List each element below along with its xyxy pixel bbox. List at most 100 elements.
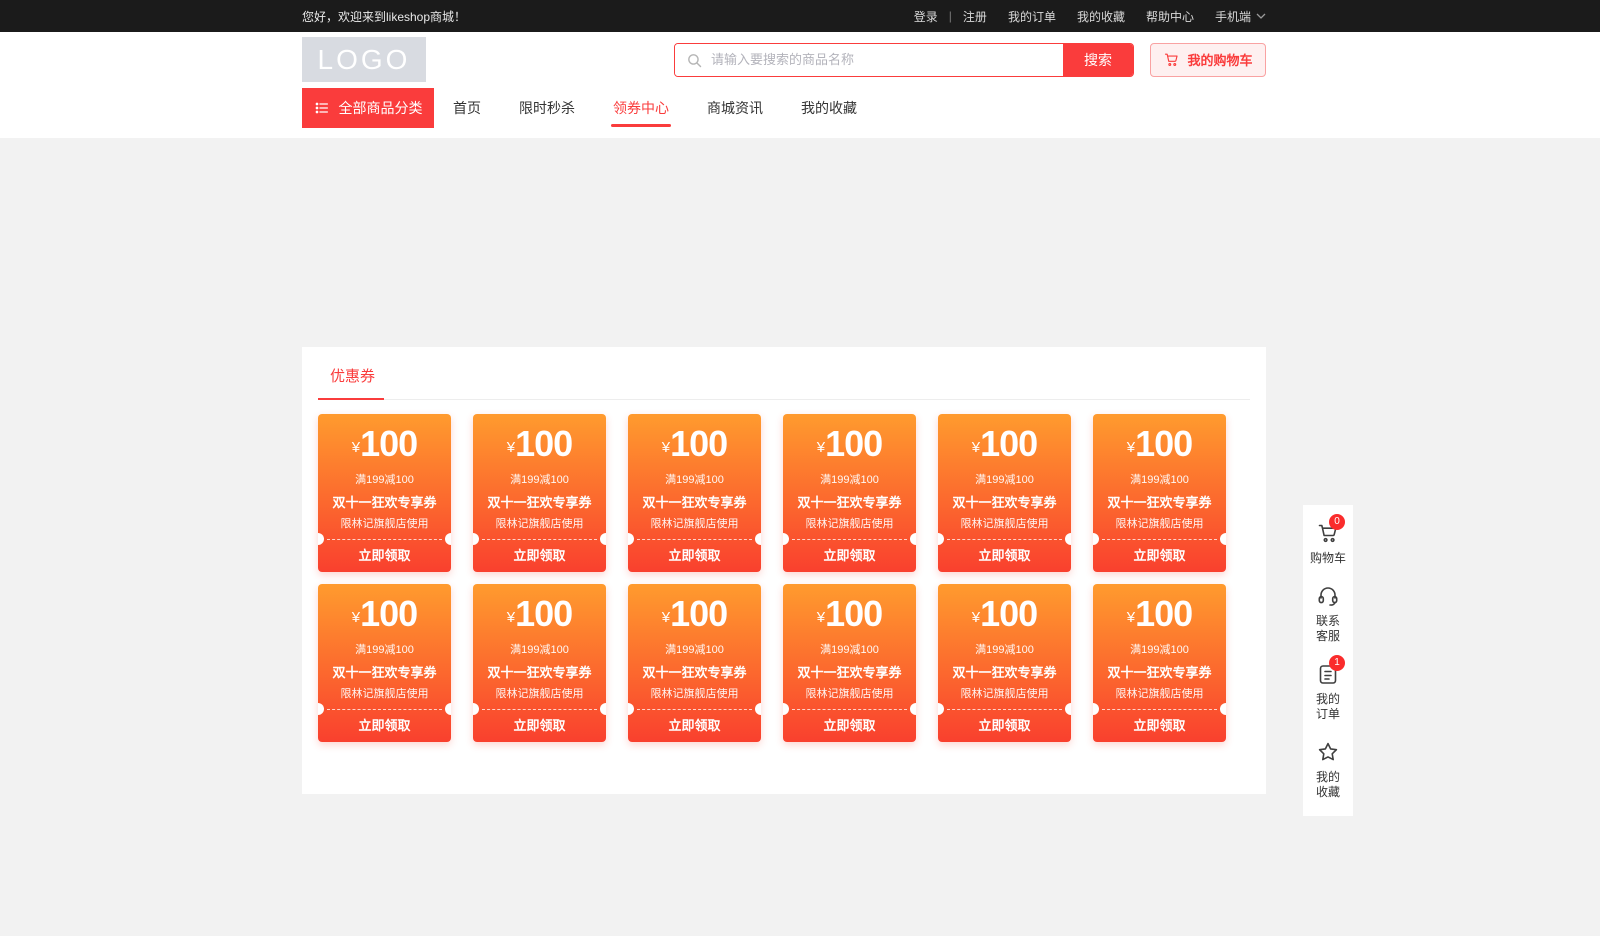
amount-value: 100 — [670, 423, 727, 464]
coupon-scope: 限林记旗舰店使用 — [473, 688, 606, 701]
help-center-link[interactable]: 帮助中心 — [1146, 8, 1194, 25]
coupon-scope: 限林记旗舰店使用 — [1093, 688, 1226, 701]
claim-coupon-button[interactable]: 立即领取 — [938, 540, 1071, 571]
claim-coupon-button[interactable]: 立即领取 — [783, 710, 916, 741]
coupon-condition: 满199减100 — [783, 644, 916, 657]
shop-logo[interactable]: LOGO — [302, 37, 426, 82]
coupon-title: 双十一狂欢专享券 — [1093, 495, 1226, 511]
sidebar-cart-label: 购物车 — [1310, 551, 1346, 566]
chevron-down-icon — [1256, 13, 1266, 19]
coupon-amount: ¥100 — [1093, 424, 1226, 464]
coupon-notch-right — [1220, 533, 1226, 545]
tab-coupons[interactable]: 优惠券 — [330, 365, 375, 386]
coupon-scope: 限林记旗舰店使用 — [473, 518, 606, 531]
coupon-panel: 优惠券 ¥100 满199减100 双十一狂欢专享券 限林记旗舰店使用 立即领取… — [302, 347, 1266, 794]
amount-value: 100 — [1135, 593, 1192, 634]
coupon-scope: 限林记旗舰店使用 — [628, 518, 761, 531]
amount-value: 100 — [360, 593, 417, 634]
claim-coupon-button[interactable]: 立即领取 — [473, 710, 606, 741]
coupon-notch-right — [445, 533, 451, 545]
coupon-title: 双十一狂欢专享券 — [628, 495, 761, 511]
amount-value: 100 — [1135, 423, 1192, 464]
currency-symbol: ¥ — [1127, 439, 1135, 456]
coupon-amount: ¥100 — [1093, 594, 1226, 634]
tab-active-underline — [318, 398, 384, 400]
my-cart-button[interactable]: 我的购物车 — [1150, 43, 1266, 77]
coupon-scope: 限林记旗舰店使用 — [938, 688, 1071, 701]
amount-value: 100 — [515, 593, 572, 634]
coupon-notch-right — [600, 533, 606, 545]
coupon-amount: ¥100 — [628, 594, 761, 634]
claim-coupon-button[interactable]: 立即领取 — [628, 710, 761, 741]
coupon-condition: 满199减100 — [938, 644, 1071, 657]
mobile-link[interactable]: 手机端 — [1215, 8, 1266, 25]
coupon-title: 双十一狂欢专享券 — [473, 495, 606, 511]
currency-symbol: ¥ — [352, 609, 360, 626]
coupon-notch-right — [600, 703, 606, 715]
amount-value: 100 — [825, 423, 882, 464]
coupon-card: ¥100 满199减100 双十一狂欢专享券 限林记旗舰店使用 立即领取 — [938, 414, 1071, 572]
sidebar-item-cart[interactable]: 0 购物车 — [1310, 521, 1346, 566]
register-link[interactable]: 注册 — [963, 8, 987, 25]
claim-coupon-button[interactable]: 立即领取 — [318, 540, 451, 571]
claim-coupon-button[interactable]: 立即领取 — [473, 540, 606, 571]
sidebar-item-my-favorites[interactable]: 我的 收藏 — [1316, 740, 1340, 800]
my-cart-label: 我的购物车 — [1187, 50, 1252, 69]
my-orders-link[interactable]: 我的订单 — [1008, 8, 1056, 25]
my-favorites-link[interactable]: 我的收藏 — [1077, 8, 1125, 25]
coupon-title: 双十一狂欢专享券 — [938, 495, 1071, 511]
currency-symbol: ¥ — [972, 439, 980, 456]
currency-symbol: ¥ — [507, 439, 515, 456]
currency-symbol: ¥ — [817, 439, 825, 456]
claim-coupon-button[interactable]: 立即领取 — [628, 540, 761, 571]
coupon-scope: 限林记旗舰店使用 — [318, 518, 451, 531]
coupon-amount: ¥100 — [938, 424, 1071, 464]
coupon-title: 双十一狂欢专享券 — [783, 665, 916, 681]
nav-my-favorites[interactable]: 我的收藏 — [801, 88, 857, 128]
currency-symbol: ¥ — [662, 609, 670, 626]
coupon-condition: 满199减100 — [318, 474, 451, 487]
coupon-notch-right — [1065, 533, 1071, 545]
search-bar: 搜索 — [674, 43, 1134, 77]
search-icon — [686, 52, 703, 69]
coupon-condition: 满199减100 — [1093, 474, 1226, 487]
coupon-card: ¥100 满199减100 双十一狂欢专享券 限林记旗舰店使用 立即领取 — [628, 414, 761, 572]
coupon-scope: 限林记旗舰店使用 — [318, 688, 451, 701]
coupon-amount: ¥100 — [628, 424, 761, 464]
amount-value: 100 — [980, 423, 1037, 464]
coupon-condition: 满199减100 — [473, 644, 606, 657]
coupon-scope: 限林记旗舰店使用 — [1093, 518, 1226, 531]
search-input[interactable] — [675, 44, 1063, 76]
currency-symbol: ¥ — [662, 439, 670, 456]
nav-flash-sale[interactable]: 限时秒杀 — [519, 88, 575, 128]
coupon-card: ¥100 满199减100 双十一狂欢专享券 限林记旗舰店使用 立即领取 — [628, 584, 761, 742]
coupon-card: ¥100 满199减100 双十一狂欢专享券 限林记旗舰店使用 立即领取 — [1093, 414, 1226, 572]
coupon-notch-right — [910, 533, 916, 545]
sidebar-item-customer-service[interactable]: 联系 客服 — [1316, 584, 1340, 644]
amount-value: 100 — [980, 593, 1037, 634]
main-nav: 全部商品分类 首页 限时秒杀 领券中心 商城资讯 我的收藏 — [302, 88, 1266, 128]
coupon-title: 双十一狂欢专享券 — [318, 495, 451, 511]
claim-coupon-button[interactable]: 立即领取 — [1093, 710, 1226, 741]
sidebar-favorites-label: 我的 收藏 — [1316, 770, 1340, 800]
claim-coupon-button[interactable]: 立即领取 — [1093, 540, 1226, 571]
coupon-card: ¥100 满199减100 双十一狂欢专享券 限林记旗舰店使用 立即领取 — [318, 414, 451, 572]
coupon-scope: 限林记旗舰店使用 — [938, 518, 1071, 531]
claim-coupon-button[interactable]: 立即领取 — [783, 540, 916, 571]
nav-coupon-center[interactable]: 领券中心 — [613, 88, 669, 128]
all-categories-button[interactable]: 全部商品分类 — [302, 88, 434, 128]
topbar-separator: | — [949, 9, 952, 23]
coupon-title: 双十一狂欢专享券 — [783, 495, 916, 511]
coupon-notch-right — [1220, 703, 1226, 715]
cart-count-badge: 0 — [1329, 514, 1345, 530]
search-button[interactable]: 搜索 — [1063, 44, 1133, 76]
claim-coupon-button[interactable]: 立即领取 — [938, 710, 1071, 741]
coupon-condition: 满199减100 — [628, 474, 761, 487]
coupon-amount: ¥100 — [318, 424, 451, 464]
amount-value: 100 — [515, 423, 572, 464]
nav-home[interactable]: 首页 — [453, 88, 481, 128]
nav-mall-news[interactable]: 商城资讯 — [707, 88, 763, 128]
claim-coupon-button[interactable]: 立即领取 — [318, 710, 451, 741]
sidebar-item-my-orders[interactable]: 1 我的 订单 — [1316, 662, 1340, 722]
login-link[interactable]: 登录 — [914, 8, 938, 25]
